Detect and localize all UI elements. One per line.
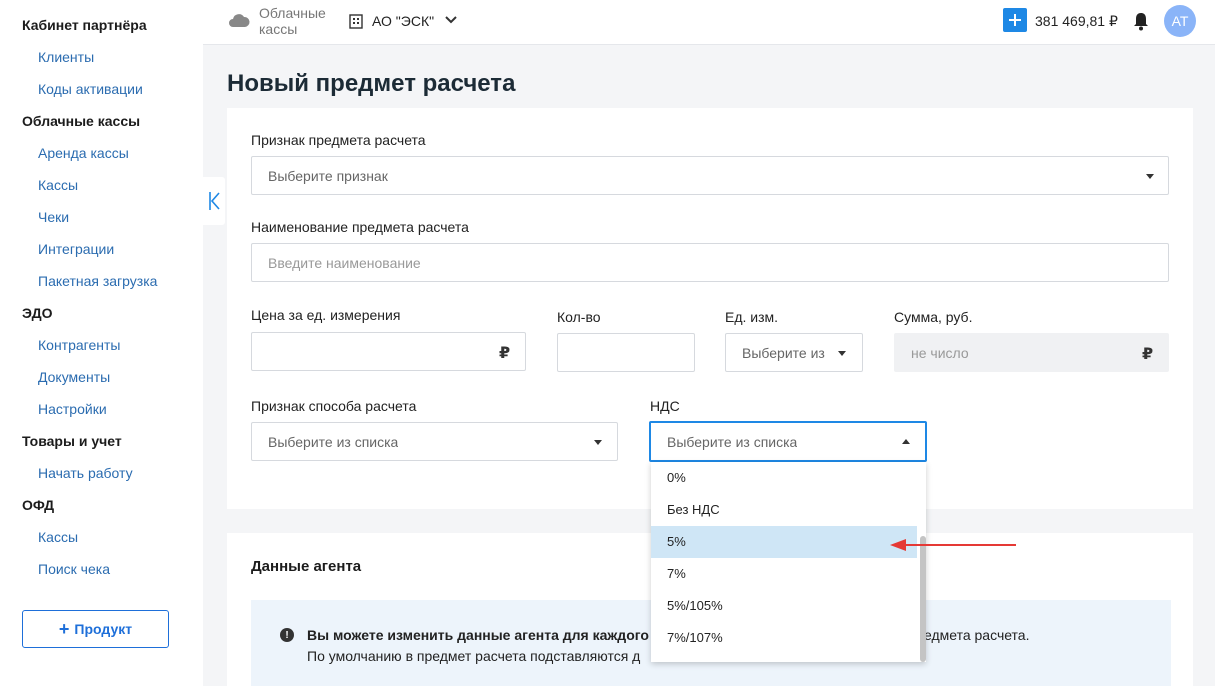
agent-info-line2: По умолчанию в предмет расчета подставля… bbox=[307, 648, 641, 664]
sidebar-section-goods: Товары и учет bbox=[22, 433, 122, 449]
sum-label: Сумма, руб. bbox=[894, 309, 973, 325]
vat-option-7[interactable]: 7% bbox=[651, 558, 917, 590]
sidebar-item-settings[interactable]: Настройки bbox=[38, 401, 107, 417]
sum-input: не число ₽ bbox=[894, 333, 1169, 372]
caret-down-icon bbox=[838, 351, 846, 356]
name-label: Наименование предмета расчета bbox=[251, 219, 469, 235]
sign-placeholder: Выберите признак bbox=[268, 168, 388, 184]
balance-amount: 381 469,81 ₽ bbox=[1035, 13, 1118, 29]
vat-option-no-vat[interactable]: Без НДС bbox=[651, 494, 917, 526]
sign-label: Признак предмета расчета bbox=[251, 132, 426, 148]
ruble-icon: ₽ bbox=[1142, 346, 1154, 363]
vat-select[interactable]: Выберите из списка bbox=[649, 421, 927, 462]
topbar: Облачные кассы АО "ЭСК" 381 469,81 ₽ АТ bbox=[203, 0, 1215, 45]
agent-title: Данные агента bbox=[251, 558, 362, 575]
sidebar-item-counterparties[interactable]: Контрагенты bbox=[38, 337, 120, 353]
ruble-icon: ₽ bbox=[499, 345, 511, 362]
vat-option-0[interactable]: 0% bbox=[651, 462, 917, 494]
vat-option-5[interactable]: 5% bbox=[651, 526, 917, 558]
building-icon bbox=[349, 14, 363, 29]
method-select[interactable]: Выберите из списка bbox=[251, 422, 618, 461]
name-input[interactable]: Введите наименование bbox=[251, 243, 1169, 282]
agent-info-line1-tail: едмета расчета. bbox=[924, 627, 1030, 643]
price-input[interactable]: ₽ bbox=[251, 332, 526, 371]
top-up-balance-button[interactable] bbox=[1003, 8, 1027, 32]
sidebar-section-ofd: ОФД bbox=[22, 497, 55, 513]
cloud-icon bbox=[229, 14, 250, 27]
chevron-down-icon[interactable] bbox=[444, 15, 458, 25]
caret-up-icon bbox=[902, 439, 910, 444]
sidebar: Кабинет партнёра Клиенты Коды активации … bbox=[0, 0, 203, 686]
sign-select[interactable]: Выберите признак bbox=[251, 156, 1169, 195]
sidebar-item-integrations[interactable]: Интеграции bbox=[38, 241, 114, 257]
bell-icon[interactable] bbox=[1132, 11, 1150, 31]
sidebar-collapse-button[interactable] bbox=[203, 177, 225, 225]
info-icon: ! bbox=[280, 628, 294, 642]
brand-line1: Облачные bbox=[259, 5, 326, 21]
unit-placeholder: Выберите из bbox=[742, 345, 825, 361]
org-selector[interactable]: АО "ЭСК" bbox=[372, 13, 434, 29]
avatar[interactable]: АТ bbox=[1164, 5, 1196, 37]
annotation-arrow-icon bbox=[890, 539, 1016, 551]
vat-placeholder: Выберите из списка bbox=[667, 434, 798, 450]
sum-placeholder: не число bbox=[911, 345, 969, 361]
caret-down-icon bbox=[594, 440, 602, 445]
sidebar-item-batch-upload[interactable]: Пакетная загрузка bbox=[38, 273, 157, 289]
sidebar-item-clients[interactable]: Клиенты bbox=[38, 49, 94, 65]
brand-line2: кассы bbox=[259, 21, 298, 37]
agent-info-line1: Вы можете изменить данные агента для каж… bbox=[307, 627, 662, 643]
method-placeholder: Выберите из списка bbox=[268, 434, 399, 450]
sidebar-item-documents[interactable]: Документы bbox=[38, 369, 110, 385]
plus-icon bbox=[1009, 14, 1021, 26]
qty-label: Кол-во bbox=[557, 309, 601, 325]
vat-option-7-107[interactable]: 7%/107% bbox=[651, 622, 917, 654]
sidebar-item-start[interactable]: Начать работу bbox=[38, 465, 133, 481]
sidebar-item-rent[interactable]: Аренда кассы bbox=[38, 145, 129, 161]
unit-label: Ед. изм. bbox=[725, 309, 779, 325]
vat-dropdown: 0% Без НДС 5% 7% 5%/105% 7%/107% bbox=[651, 462, 926, 662]
sidebar-item-receipts[interactable]: Чеки bbox=[38, 209, 69, 225]
method-label: Признак способа расчета bbox=[251, 398, 417, 414]
caret-down-icon bbox=[1146, 174, 1154, 179]
sidebar-item-kkt[interactable]: Кассы bbox=[38, 177, 78, 193]
page-title: Новый предмет расчета bbox=[227, 70, 516, 97]
sidebar-item-receipt-search[interactable]: Поиск чека bbox=[38, 561, 110, 577]
brand-logo[interactable]: Облачные кассы bbox=[259, 5, 326, 37]
price-label: Цена за ед. измерения bbox=[251, 307, 401, 323]
collapse-left-icon bbox=[209, 192, 220, 210]
sidebar-section-edo: ЭДО bbox=[22, 305, 53, 321]
add-product-label: Продукт bbox=[74, 621, 133, 637]
add-product-button[interactable]: + Продукт bbox=[22, 610, 169, 648]
name-placeholder: Введите наименование bbox=[268, 255, 421, 271]
sidebar-section-partner: Кабинет партнёра bbox=[22, 17, 147, 33]
unit-select[interactable]: Выберите из bbox=[725, 333, 863, 372]
plus-icon: + bbox=[58, 619, 70, 639]
sidebar-item-activation-codes[interactable]: Коды активации bbox=[38, 81, 143, 97]
sidebar-item-ofd-kkt[interactable]: Кассы bbox=[38, 529, 78, 545]
sidebar-section-cloud-kkt: Облачные кассы bbox=[22, 113, 141, 129]
vat-label: НДС bbox=[650, 398, 680, 414]
vat-option-5-105[interactable]: 5%/105% bbox=[651, 590, 917, 622]
qty-input[interactable] bbox=[557, 333, 695, 372]
